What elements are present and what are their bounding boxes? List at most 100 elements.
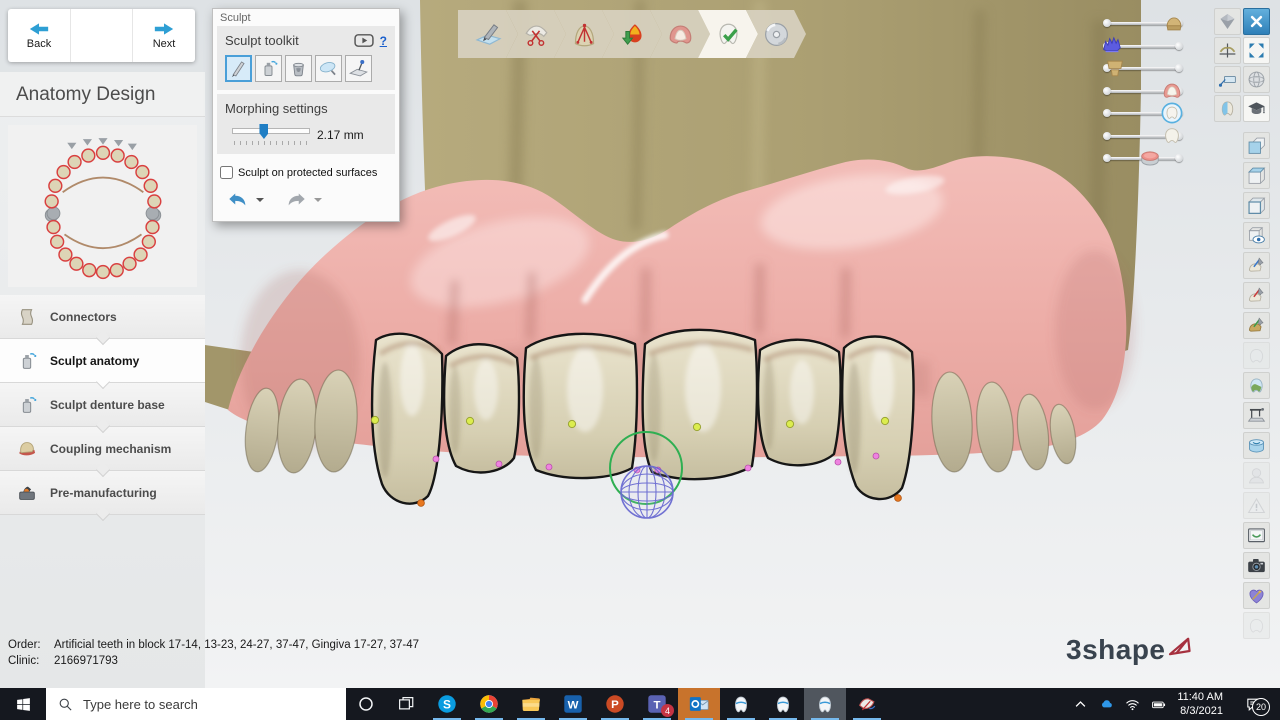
layer-slider-thumb[interactable] xyxy=(1161,102,1183,124)
taskbar-app-powerpoint-4[interactable]: P xyxy=(594,688,636,720)
cube-iso-button[interactable] xyxy=(1243,192,1270,219)
next-arrow-icon xyxy=(153,22,175,36)
tool-button-move-surface[interactable] xyxy=(345,55,372,82)
workflow-steps xyxy=(458,10,806,58)
morphing-slider[interactable] xyxy=(232,124,310,146)
3shape-logo-mark-icon xyxy=(1168,636,1192,656)
tooth-landscape-button[interactable] xyxy=(1243,372,1270,399)
layer-slider-tooth-selected[interactable] xyxy=(1100,102,1186,125)
layer-slider-gingiva-disc[interactable] xyxy=(1100,147,1186,170)
cd-icon xyxy=(762,20,791,49)
tooth-transparency-button[interactable] xyxy=(1214,95,1241,122)
cube-top-button[interactable] xyxy=(1243,162,1270,189)
layer-slider-tooth-plain[interactable] xyxy=(1100,125,1186,148)
morphing-slider-ticks xyxy=(234,141,308,145)
taskbar-app-dental-app-9[interactable] xyxy=(804,688,846,720)
globe-disc-button[interactable] xyxy=(1243,66,1270,93)
layer-slider-thumb[interactable] xyxy=(1163,12,1185,34)
redo-dropdown-caret[interactable] xyxy=(314,198,322,206)
slider-left-cap xyxy=(1103,154,1111,162)
tooth-probe-gold-button[interactable] xyxy=(1243,312,1270,339)
tooth-probe-red-button[interactable] xyxy=(1243,282,1270,309)
tool-button-add-wax[interactable] xyxy=(255,55,282,82)
sculpt-panel-title[interactable]: Sculpt xyxy=(213,9,399,26)
layer-slider-teeth-blocks[interactable] xyxy=(1100,57,1186,80)
dental-app-icon xyxy=(730,693,752,715)
clock[interactable]: 11:40 AM 8/3/2021 xyxy=(1177,690,1223,719)
explorer-icon xyxy=(520,693,542,715)
cube-eye-icon xyxy=(1246,225,1267,246)
taskbar-app-explorer-2[interactable] xyxy=(510,688,552,720)
wizard-cap-button[interactable] xyxy=(1243,95,1270,122)
layer-slider-thumb[interactable] xyxy=(1161,80,1183,102)
expand-button[interactable] xyxy=(1243,37,1270,64)
taskbar-app-chrome-1[interactable] xyxy=(468,688,510,720)
sidebar-item-coupling-mechanism[interactable]: Coupling mechanism xyxy=(0,427,205,471)
wizard-cap-icon xyxy=(1246,98,1267,119)
tooth-probe-blue-button[interactable] xyxy=(1243,252,1270,279)
layer-slider-scan-mesh[interactable] xyxy=(1100,35,1186,58)
expand-icon xyxy=(1246,40,1267,61)
cube-front-button[interactable] xyxy=(1243,132,1270,159)
cross-section-button[interactable] xyxy=(1214,37,1241,64)
sidebar-item-sculpt-denture-base[interactable]: Sculpt denture base xyxy=(0,383,205,427)
articulator-button[interactable] xyxy=(1243,402,1270,429)
water-pot-button[interactable] xyxy=(1243,432,1270,459)
task-view-button[interactable] xyxy=(386,688,426,720)
clock-time: 11:40 AM xyxy=(1177,690,1223,704)
slider-right-cap xyxy=(1175,64,1183,72)
sidebar-item-connectors[interactable]: Connectors xyxy=(0,295,205,339)
svg-text:S: S xyxy=(443,697,451,711)
video-tutorial-button[interactable] xyxy=(354,34,374,47)
chevron-up-icon[interactable] xyxy=(1073,697,1088,712)
sidebar-item-pre-manufacturing[interactable]: Pre-manufacturing xyxy=(0,471,205,515)
layer-slider-thumb[interactable] xyxy=(1139,147,1161,169)
taskbar-app-dental-app-8[interactable] xyxy=(762,688,804,720)
sculpt-toolkit-section: Sculpt toolkit ? xyxy=(217,26,395,90)
magic-heart-button[interactable] xyxy=(1243,582,1270,609)
sculpt-protected-checkbox[interactable] xyxy=(220,166,233,179)
sidebar-item-sculpt-anatomy[interactable]: Sculpt anatomy xyxy=(0,339,205,383)
add-wax-icon xyxy=(258,58,279,79)
layer-slider-thumb[interactable] xyxy=(1161,125,1183,147)
sculpt-protected-label[interactable]: Sculpt on protected surfaces xyxy=(238,167,377,179)
undo-dropdown-caret[interactable] xyxy=(256,198,264,206)
prism-button[interactable] xyxy=(1214,8,1241,35)
taskbar-app-dental-tool-10[interactable] xyxy=(846,688,888,720)
order-status: Order:Artificial teeth in block 17-14, 1… xyxy=(8,638,419,669)
wifi-icon[interactable] xyxy=(1125,697,1140,712)
redo-button[interactable] xyxy=(283,188,309,210)
undo-button[interactable] xyxy=(225,188,251,210)
help-link[interactable]: ? xyxy=(380,34,387,48)
cube-eye-button[interactable] xyxy=(1243,222,1270,249)
taskbar-app-word-3[interactable]: W xyxy=(552,688,594,720)
layer-slider-upper-block[interactable] xyxy=(1100,12,1186,35)
tool-button-wax-knife[interactable] xyxy=(225,55,252,82)
layer-slider-thumb[interactable] xyxy=(1104,57,1126,79)
taskbar-app-outlook-6[interactable] xyxy=(678,688,720,720)
layer-slider-thumb[interactable] xyxy=(1101,35,1123,57)
smile-window-button[interactable] xyxy=(1243,522,1270,549)
workflow-step-order-design[interactable] xyxy=(458,10,518,58)
morphing-slider-track[interactable] xyxy=(232,128,310,134)
tool-button-smooth[interactable] xyxy=(315,55,342,82)
taskbar-app-teams-5[interactable]: T4 xyxy=(636,688,678,720)
next-button[interactable]: Next xyxy=(133,9,195,62)
measure-button[interactable] xyxy=(1214,66,1241,93)
camera-button[interactable] xyxy=(1243,552,1270,579)
morphing-slider-thumb[interactable] xyxy=(259,124,268,139)
battery-icon[interactable] xyxy=(1151,697,1166,712)
search-input[interactable]: Type here to search xyxy=(46,688,346,720)
taskbar-app-skype-0[interactable]: S xyxy=(426,688,468,720)
action-center-button[interactable]: 20 xyxy=(1234,688,1272,720)
close-button[interactable] xyxy=(1243,8,1270,35)
back-button[interactable]: Back xyxy=(8,9,70,62)
taskbar-app-dental-app-7[interactable] xyxy=(720,688,762,720)
layer-slider-upper-denture[interactable] xyxy=(1100,80,1186,103)
cortana-button[interactable] xyxy=(346,688,386,720)
onedrive-icon[interactable] xyxy=(1099,697,1114,712)
tool-button-remove-wax[interactable] xyxy=(285,55,312,82)
start-button[interactable] xyxy=(0,688,46,720)
system-tray: 11:40 AM 8/3/2021 20 xyxy=(1073,688,1280,720)
morphing-settings-section: Morphing settings 2.17 mm xyxy=(217,94,395,154)
